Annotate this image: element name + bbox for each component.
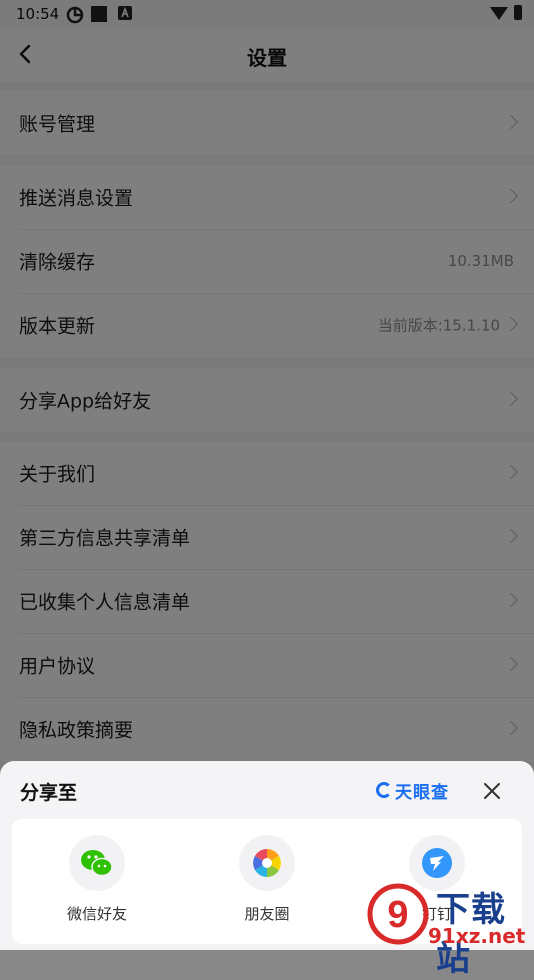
moments-icon [239, 835, 295, 891]
watermark-logo-icon: 9 [367, 883, 429, 945]
brand-logo: 天眼查 [376, 779, 449, 803]
brand-name: 天眼查 [395, 782, 449, 803]
brand-mark-icon [376, 782, 392, 798]
close-icon[interactable] [481, 780, 503, 802]
share-moments-button[interactable]: 朋友圈 [212, 835, 322, 924]
share-moments-label: 朋友圈 [244, 905, 290, 923]
wechat-icon [69, 835, 125, 891]
watermark-number: 9 [387, 894, 408, 936]
share-wechat-label: 微信好友 [66, 905, 127, 923]
share-sheet-title: 分享至 [20, 782, 78, 804]
watermark: 9 下载站 91xz.net [366, 880, 534, 979]
share-wechat-button[interactable]: 微信好友 [42, 835, 152, 924]
watermark-url: 91xz.net [428, 924, 526, 948]
